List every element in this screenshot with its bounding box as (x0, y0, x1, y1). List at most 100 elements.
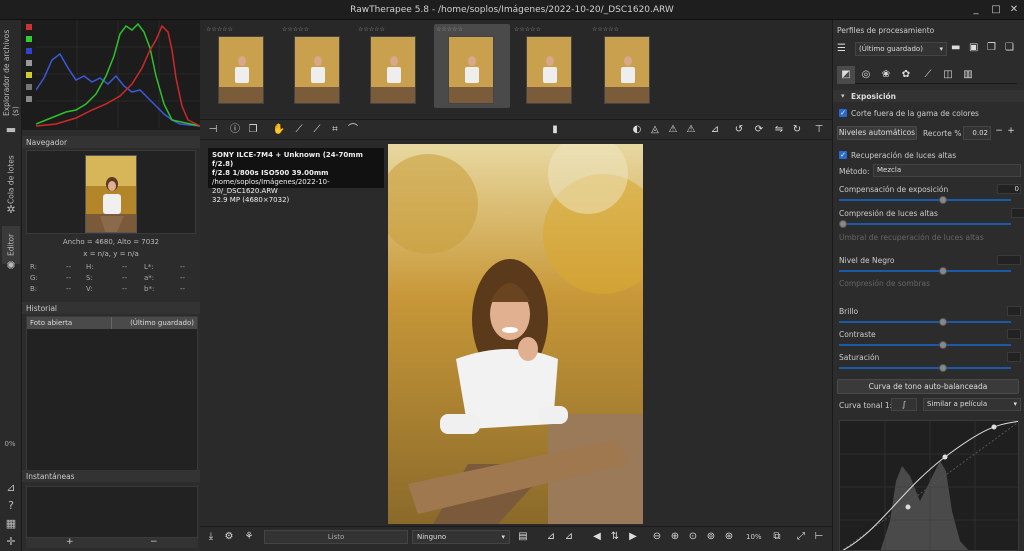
gamut-check-icon[interactable]: ⊿ (562, 530, 576, 544)
sync-icon[interactable]: ⇅ (608, 530, 622, 544)
rating-stars[interactable]: ☆☆☆☆☆ (206, 26, 233, 33)
output-profile-select[interactable]: Ninguno ▾ (412, 530, 510, 544)
method-select[interactable]: Mezcla (873, 164, 1021, 177)
next-image-icon[interactable]: ▶ (626, 530, 640, 544)
tab-batch-queue[interactable]: Cola de lotes (2, 150, 20, 210)
filmstrip-item[interactable]: ☆☆☆☆☆ (280, 24, 356, 108)
black-level-value[interactable] (997, 255, 1021, 265)
profile-list-icon[interactable]: ☰ (837, 42, 851, 56)
aperture-icon[interactable]: ✺ (5, 260, 17, 272)
clip-increment[interactable]: + (1005, 126, 1017, 140)
saturation-slider[interactable] (839, 364, 1011, 372)
tab-advanced-icon[interactable]: ✿ (897, 66, 915, 84)
grid-icon[interactable]: ▦ (5, 518, 17, 530)
contrast-value[interactable] (1007, 329, 1021, 339)
add-snapshot-button[interactable]: + (66, 537, 74, 547)
external-editor-icon[interactable]: ⚘ (242, 530, 256, 544)
straighten-icon[interactable]: ⌒ (346, 123, 360, 137)
save-profile-icon[interactable]: ▣ (969, 42, 983, 56)
folder-icon[interactable]: ▬ (5, 124, 17, 136)
save-icon[interactable]: ⤓ (204, 530, 218, 544)
filmstrip-item[interactable]: ☆☆☆☆☆ (590, 24, 666, 108)
paste-profile-icon[interactable]: ❏ (1005, 42, 1019, 56)
filmstrip-item[interactable]: ☆☆☆☆☆ (512, 24, 588, 108)
exposure-section-header[interactable]: ▾ Exposición (833, 90, 1024, 102)
exposure-comp-slider[interactable] (839, 196, 1011, 204)
clip-input[interactable]: 0.02 (963, 126, 991, 140)
gamut-clip-checkbox[interactable]: ✓ (839, 109, 847, 117)
crop-icon[interactable]: ⌗ (328, 123, 342, 137)
hide-right-panel-icon[interactable]: ⊤ (812, 123, 826, 137)
zoom-fit-icon[interactable]: ⊚ (704, 530, 718, 544)
close-button[interactable]: ✕ (1008, 4, 1020, 16)
slider-knob[interactable] (939, 318, 947, 326)
copy-profile-icon[interactable]: ❐ (987, 42, 1001, 56)
gear-icon[interactable]: ✲ (5, 204, 17, 216)
image-viewer[interactable]: SONY ILCE-7M4 + Unknown (24-70mm f/2.8) … (200, 140, 832, 526)
zoom-100-icon[interactable]: ⊙ (686, 530, 700, 544)
maximize-button[interactable]: □ (990, 4, 1002, 16)
saturation-value[interactable] (1007, 352, 1021, 362)
filmstrip-item-selected[interactable]: ☆☆☆☆☆ (434, 24, 510, 108)
blue-channel-toggle[interactable] (26, 48, 32, 54)
wb-picker-icon[interactable]: ⟋ (292, 123, 306, 137)
crosshair-icon[interactable]: ✛ (5, 536, 17, 548)
curve-mode-select[interactable]: Similar a película ▾ (923, 398, 1021, 411)
luminance-toggle[interactable] (26, 60, 32, 66)
highlight-comp-value[interactable] (1011, 208, 1024, 218)
brightness-slider[interactable] (839, 318, 1011, 326)
filmstrip-item[interactable]: ☆☆☆☆☆ (204, 24, 280, 108)
curve-type-select[interactable]: ∫ (891, 398, 917, 411)
warning-icon[interactable]: ⚠ (666, 123, 680, 137)
remove-snapshot-button[interactable]: − (150, 537, 158, 547)
tab-exposure-icon[interactable]: ◩ (837, 66, 855, 84)
tab-detail-icon[interactable]: ◎ (857, 66, 875, 84)
tone-curve-editor[interactable] (839, 420, 1019, 551)
slider-knob[interactable] (839, 220, 847, 228)
navigator-thumbnail[interactable] (85, 155, 137, 233)
slider-knob[interactable] (939, 341, 947, 349)
profile-select[interactable]: (Último guardado) ▾ (855, 42, 947, 56)
rating-stars[interactable]: ☆☆☆☆☆ (358, 26, 385, 33)
highlight-recovery-checkbox[interactable]: ✓ (839, 151, 847, 159)
rating-stars[interactable]: ☆☆☆☆☆ (592, 26, 619, 33)
new-window-icon[interactable]: ⧉ (770, 530, 784, 544)
open-profile-icon[interactable]: ▬ (951, 42, 965, 56)
photo-preview[interactable] (388, 144, 643, 524)
rotate-right-icon[interactable]: ↻ (790, 123, 804, 137)
clip-decrement[interactable]: − (993, 126, 1005, 140)
raw-toggle[interactable] (26, 84, 32, 90)
zoom-out-icon[interactable]: ⊖ (650, 530, 664, 544)
tab-color-icon[interactable]: ❀ (877, 66, 895, 84)
tab-file-browser[interactable]: Explorador de archivos (s) (2, 26, 20, 116)
queue-icon[interactable]: ⚙ (222, 530, 236, 544)
hand-tool-icon[interactable]: ✋ (272, 123, 286, 137)
rotate-icon[interactable]: ⟳ (752, 123, 766, 137)
red-channel-toggle[interactable] (26, 24, 32, 30)
contrast-slider[interactable] (839, 341, 1011, 349)
tab-raw-icon[interactable]: ◫ (939, 66, 957, 84)
filmstrip-item[interactable]: ☆☆☆☆☆ (356, 24, 432, 108)
display-icon[interactable]: ▤ (516, 530, 530, 544)
auto-levels-button[interactable]: Niveles automáticos (837, 126, 917, 140)
prev-image-icon[interactable]: ◀ (590, 530, 604, 544)
focus-mask-icon[interactable]: ◐ (630, 123, 644, 137)
fullscreen-icon[interactable]: ⤢ (794, 530, 808, 544)
hide-left-panel-icon[interactable]: ⊣ (206, 123, 220, 137)
histogram-toggle-icon[interactable]: ⊿ (708, 123, 722, 137)
flip-icon[interactable]: ⇋ (772, 123, 786, 137)
black-level-slider[interactable] (839, 267, 1011, 275)
slider-knob[interactable] (939, 196, 947, 204)
pick-icon[interactable]: ⊿ (5, 482, 17, 494)
highlight-comp-slider[interactable] (839, 220, 1011, 228)
help-icon[interactable]: ? (5, 500, 17, 512)
minimize-button[interactable]: _ (970, 4, 982, 16)
hide-panels-icon[interactable]: ⊢ (812, 530, 826, 544)
history-item[interactable]: Foto abierta (Último guardado) (27, 317, 197, 329)
green-channel-toggle[interactable] (26, 36, 32, 42)
exposure-comp-value[interactable]: 0 (997, 184, 1021, 194)
color-picker-icon[interactable]: ⟋ (310, 123, 324, 137)
before-after-icon[interactable]: ❐ (246, 123, 260, 137)
clip-indicator-icon[interactable]: ◬ (648, 123, 662, 137)
warning-icon-2[interactable]: ⚠ (684, 123, 698, 137)
